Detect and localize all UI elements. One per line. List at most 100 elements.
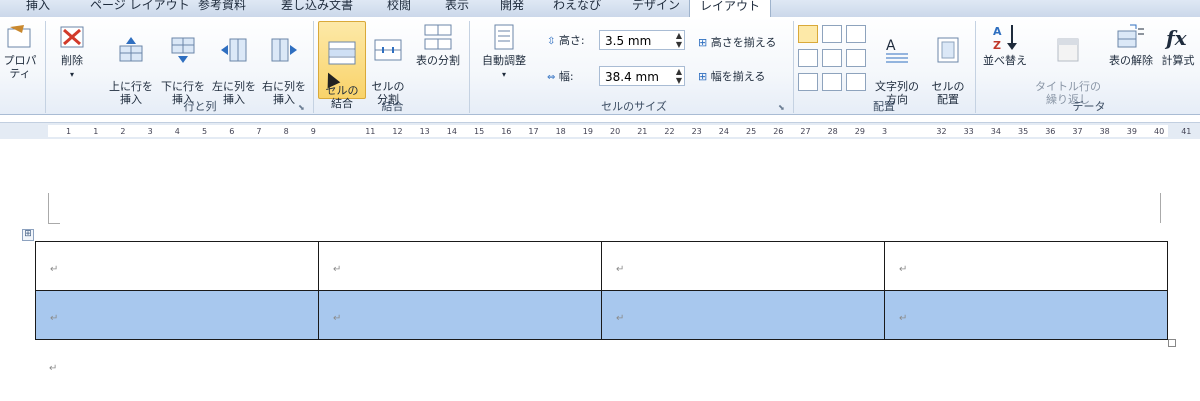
insert-col-left-button[interactable]: 左に列を 挿入 [209,23,259,106]
properties-button[interactable]: プロパティ [0,23,40,80]
dialog-launcher-icon[interactable]: ⬊ [778,103,785,112]
document-area[interactable]: ⊞ ↵ ↵ ↵ ↵ ↵ ↵ ↵ ↵ ↵ [0,139,1200,401]
table-cell[interactable]: ↵ [35,290,319,340]
tab-insert[interactable]: 挿入 [26,0,50,15]
delete-button[interactable]: 削除 ▾ [50,23,94,81]
table-cell[interactable]: ↵ [601,290,885,340]
ruler-number: 5 [202,127,208,136]
split-cells-button[interactable]: セルの 分割 [366,23,410,106]
spinner-arrows-icon[interactable]: ▲ ▼ [676,31,682,49]
margin-guide [1160,193,1161,223]
ruler-number: 25 [746,127,757,136]
ruler-number: 3 [147,127,153,136]
align-top-right-button[interactable] [846,25,866,43]
repeat-header-rows-button[interactable]: タイトル行の 繰り返し [1032,23,1104,106]
col-width-input[interactable]: 38.4 mm ▲ ▼ [599,66,685,86]
ruler-number: 12 [392,127,403,136]
align-bottom-center-button[interactable] [822,73,842,91]
sort-button[interactable]: AZ 並べ替え [980,23,1030,67]
ruler-number: 8 [283,127,289,136]
cell-end-mark: ↵ [616,263,625,275]
ruler-number: 1 [66,127,72,136]
margin-guide [48,193,49,223]
margin-guide [48,223,60,224]
ruler-number: 20 [610,127,621,136]
table-row: ↵ ↵ ↵ ↵ [35,241,1168,291]
ruler-number: 27 [800,127,811,136]
cell-end-mark: ↵ [333,312,342,324]
distribute-rows-button[interactable]: ⊞ 高さを揃える [698,34,776,50]
spinner-arrows-icon[interactable]: ▲ ▼ [676,67,682,85]
cell-margins-icon [937,37,959,63]
cell-margins-button[interactable]: セルの 配置 [926,23,970,106]
insert-row-below-button[interactable]: 下に行を 挿入 [158,23,208,106]
ribbon: プロパティ 削除 ▾ 上に行を 挿入 下に行を 挿入 左に列を 挿入 右に列を 挿… [0,17,1200,115]
table-cell[interactable]: ↵ [318,290,602,340]
tab-developer[interactable]: 開発 [500,0,524,15]
group-label-merge: 結合 [381,100,404,113]
align-top-left-button[interactable] [798,25,818,43]
table-cell[interactable]: ↵ [884,241,1168,291]
table-cell[interactable]: ↵ [318,241,602,291]
tab-review[interactable]: 校閲 [387,0,411,15]
align-middle-right-button[interactable] [846,49,866,67]
table-cell[interactable]: ↵ [35,241,319,291]
align-top-center-button[interactable] [822,25,842,43]
ruler-number: 3 [882,127,888,136]
formula-button[interactable]: fx 計算式 [1158,23,1198,67]
row-height-input[interactable]: 3.5 mm ▲ ▼ [599,30,685,50]
align-bottom-right-button[interactable] [846,73,866,91]
merge-cells-button[interactable]: セルの 結合 [318,21,366,110]
ruler-number: 4 [174,127,180,136]
tab-waenavi[interactable]: わえなび [553,0,601,15]
ruler-number: 41 [1181,127,1192,136]
horizontal-ruler[interactable]: 1 1 2 3 4 5 6 7 8 9 11 12 13 14 15 16 17 18 19 20 21 22 23 24 25… [0,122,1200,140]
ruler-number: 37 [1072,127,1083,136]
ruler-number: 9 [310,127,316,136]
tab-mailings[interactable]: 差し込み文書 [281,0,353,15]
autofit-icon [494,24,514,50]
distribute-cols-button[interactable]: ⊞ 幅を揃える [698,68,765,84]
insert-row-above-button[interactable]: 上に行を 挿入 [106,23,156,106]
align-middle-center-button[interactable] [822,49,842,67]
ruler-number: 15 [474,127,485,136]
convert-to-text-button[interactable]: 表の解除 [1104,23,1158,67]
col-width-label: ⇔ 幅: [547,70,574,83]
ruler-number: 22 [664,127,675,136]
ruler-number: 39 [1126,127,1137,136]
split-table-button[interactable]: 表の分割 [412,23,464,67]
table-move-handle-icon[interactable]: ⊞ [22,229,34,241]
tab-layout[interactable]: レイアウト [689,0,772,18]
tab-page-layout[interactable]: ページ レイアウト [90,0,190,15]
table-cell[interactable]: ↵ [601,241,885,291]
group-separator [975,21,976,113]
tab-design[interactable]: デザイン [632,0,680,15]
table-resize-handle[interactable] [1168,339,1176,347]
align-bottom-left-button[interactable] [798,73,818,91]
table-cell[interactable]: ↵ [884,290,1168,340]
table[interactable]: ↵ ↵ ↵ ↵ ↵ ↵ ↵ ↵ [35,241,1168,340]
ruler-number: 38 [1099,127,1110,136]
convert-to-text-icon [1117,24,1144,48]
ruler-number: 28 [827,127,838,136]
group-separator [793,21,794,113]
split-cells-icon [374,39,402,61]
svg-text:A: A [886,38,896,54]
ruler-number: 1 [93,127,99,136]
insert-col-right-button[interactable]: 右に列を 挿入 [259,23,309,106]
cell-end-mark: ↵ [899,263,908,275]
ruler-number: 35 [1018,127,1029,136]
align-middle-left-button[interactable] [798,49,818,67]
merge-cells-icon [328,41,356,65]
group-separator [469,21,470,113]
autofit-button[interactable]: 自動調整 ▾ [474,23,534,81]
ruler-number: 2 [120,127,126,136]
tab-view[interactable]: 表示 [445,0,469,15]
ruler-number: 18 [555,127,566,136]
dialog-launcher-icon[interactable]: ⬊ [298,103,305,112]
text-direction-button[interactable]: A 文字列の 方向 [868,23,926,106]
tab-references[interactable]: 参考資料 [198,0,246,15]
group-label-alignment: 配置 [873,100,895,113]
ruler-number: 17 [528,127,539,136]
split-table-icon [424,24,452,50]
